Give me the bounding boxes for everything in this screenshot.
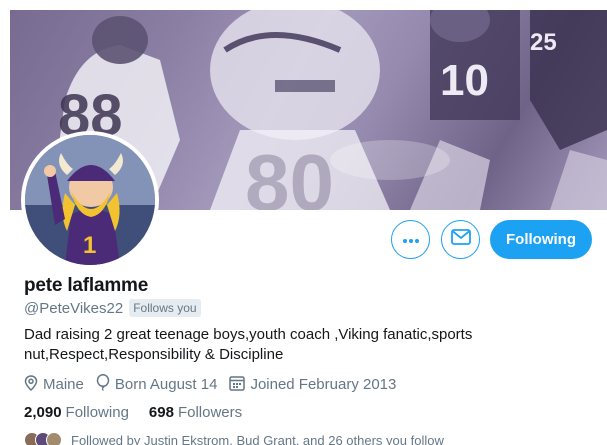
more-options-button[interactable] xyxy=(391,220,430,259)
following-button[interactable]: Following xyxy=(490,220,592,259)
avatar xyxy=(46,432,62,445)
birthday-item: Born August 14 xyxy=(96,373,218,395)
joined-text: Joined February 2013 xyxy=(250,376,397,393)
location-text: Maine xyxy=(43,376,84,393)
svg-text:25: 25 xyxy=(530,29,557,56)
user-handle: @PeteVikes22 xyxy=(24,299,124,317)
location-pin-icon xyxy=(24,374,38,395)
profile-meta: Maine Born August 14 Joined February 201… xyxy=(24,373,408,395)
following-stat-link[interactable]: 2,090 Following xyxy=(24,404,129,421)
profile-page: 88 80 10 25 1 Following pete laflamme @P… xyxy=(0,0,607,445)
joined-item: Joined February 2013 xyxy=(229,375,396,395)
location-item: Maine xyxy=(24,374,84,395)
svg-text:10: 10 xyxy=(440,56,489,105)
following-count: 2,090 xyxy=(24,404,62,421)
mini-avatars xyxy=(24,432,62,445)
profile-avatar[interactable]: 1 xyxy=(21,131,159,269)
followed-by-text: Followed by Justin Ekstrom, Bud Grant, a… xyxy=(71,432,444,445)
followers-stat-link[interactable]: 698 Followers xyxy=(149,404,242,421)
avatar-image: 1 xyxy=(25,135,155,265)
followers-count: 698 xyxy=(148,404,174,421)
follows-you-badge: Follows you xyxy=(129,299,201,317)
display-name: pete laflamme xyxy=(24,275,149,296)
follow-stats: 2,090 Following 698 Followers xyxy=(24,404,262,421)
followed-by-row[interactable]: Followed by Justin Ekstrom, Bud Grant, a… xyxy=(24,432,444,445)
more-icon xyxy=(402,231,420,249)
following-label: Following xyxy=(65,404,129,421)
envelope-icon xyxy=(450,229,471,250)
handle-row: @PeteVikes22 Follows you xyxy=(24,299,201,317)
calendar-icon xyxy=(229,375,246,395)
followers-label: Followers xyxy=(177,404,243,421)
message-button[interactable] xyxy=(441,220,480,259)
profile-bio: Dad raising 2 great teenage boys,youth c… xyxy=(24,326,473,363)
balloon-icon xyxy=(96,373,110,395)
svg-text:1: 1 xyxy=(83,232,96,259)
birthday-text: Born August 14 xyxy=(114,376,218,393)
svg-text:80: 80 xyxy=(245,138,334,210)
